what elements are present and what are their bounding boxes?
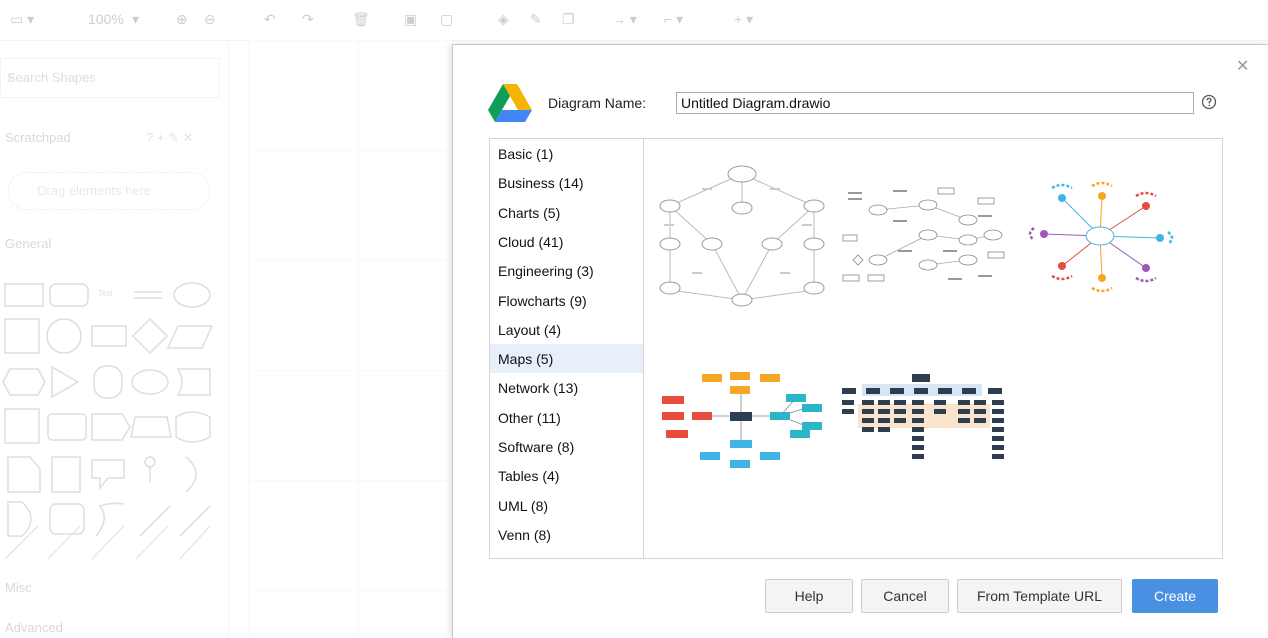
category-item[interactable]: Engineering (3) <box>490 256 643 285</box>
close-icon[interactable]: ✕ <box>1236 56 1249 76</box>
category-item[interactable]: Software (8) <box>490 432 643 461</box>
category-item[interactable]: Business (14) <box>490 168 643 197</box>
search-icon: ⌕ <box>7 68 15 84</box>
misc-section-label: Misc <box>5 580 32 595</box>
shape-text-label: Text <box>98 289 113 298</box>
scratchpad-label: Scratchpad <box>5 130 71 145</box>
template-thumbnail-5[interactable] <box>838 372 1010 468</box>
template-thumbnail-2[interactable] <box>838 180 1013 295</box>
category-item[interactable]: Venn (8) <box>490 520 643 549</box>
shadow-icon: ❐ <box>562 11 575 27</box>
shapes-sidebar: Search Shapes ⌕ Scratchpad ? + ✎ ✕ Drag … <box>0 40 229 637</box>
undo-icon: ↶ <box>264 11 276 27</box>
delete-icon: 🗑 <box>352 11 370 27</box>
toolbar: ▭ ▾ 100% ▾ ⊕ ⊖ ↶ ↷ 🗑 ▣ ▢ ◈ ✎ ❐ → ▾ ⌐ ▾ +… <box>0 0 1268 41</box>
format-panel-icon: ▭ ▾ <box>10 11 35 27</box>
category-item[interactable]: UML (8) <box>490 491 643 520</box>
cancel-button[interactable]: Cancel <box>861 579 949 613</box>
help-icon[interactable] <box>1201 94 1217 110</box>
category-item[interactable]: Tables (4) <box>490 461 643 490</box>
connection-icon: → ▾ <box>612 11 637 27</box>
insert-icon: + ▾ <box>734 11 754 27</box>
from-template-url-button[interactable]: From Template URL <box>957 579 1122 613</box>
diagram-name-input[interactable] <box>676 92 1194 114</box>
redo-icon: ↷ <box>302 11 314 27</box>
category-list: Basic (1) Business (14) Charts (5) Cloud (4… <box>489 138 644 559</box>
search-placeholder: Search Shapes <box>7 70 96 85</box>
general-section-label: General <box>5 236 52 251</box>
template-thumbnail-4[interactable] <box>656 362 828 472</box>
zoom-level: 100% <box>88 11 124 27</box>
to-front-icon: ▣ <box>404 11 418 27</box>
search-shapes-input: Search Shapes ⌕ <box>0 58 220 98</box>
category-item[interactable]: Basic (1) <box>490 139 643 168</box>
help-button[interactable]: Help <box>765 579 853 613</box>
zoom-dropdown-icon: ▾ <box>132 11 140 27</box>
zoom-in-icon: ⊕ <box>176 11 188 27</box>
fill-color-icon: ◈ <box>498 11 509 27</box>
create-button[interactable]: Create <box>1132 579 1218 613</box>
category-item[interactable]: Cloud (41) <box>490 227 643 256</box>
scratchpad-actions-icons: ? + ✎ ✕ <box>146 130 194 145</box>
line-color-icon: ✎ <box>530 11 542 27</box>
category-item[interactable]: Network (13) <box>490 373 643 402</box>
template-thumbnail-3[interactable] <box>1020 178 1192 296</box>
category-item[interactable]: Layout (4) <box>490 315 643 344</box>
zoom-out-icon: ⊖ <box>204 11 216 27</box>
template-thumbnail-1[interactable] <box>652 160 832 320</box>
category-item[interactable]: Flowcharts (9) <box>490 286 643 315</box>
category-item[interactable]: Charts (5) <box>490 198 643 227</box>
diagram-canvas <box>248 40 453 637</box>
waypoints-icon: ⌐ ▾ <box>664 11 684 27</box>
general-shapes-palette: Text <box>2 282 214 560</box>
google-drive-logo-icon <box>488 84 532 122</box>
category-item[interactable]: Other (11) <box>490 403 643 432</box>
drag-hint: Drag elements here <box>37 183 152 198</box>
scratchpad-dropzone: Drag elements here <box>8 172 210 210</box>
diagram-name-label: Diagram Name: <box>548 95 647 111</box>
advanced-section-label: Advanced <box>5 620 63 635</box>
category-item[interactable]: Maps (5) <box>490 344 643 374</box>
to-back-icon: ▢ <box>440 11 454 27</box>
